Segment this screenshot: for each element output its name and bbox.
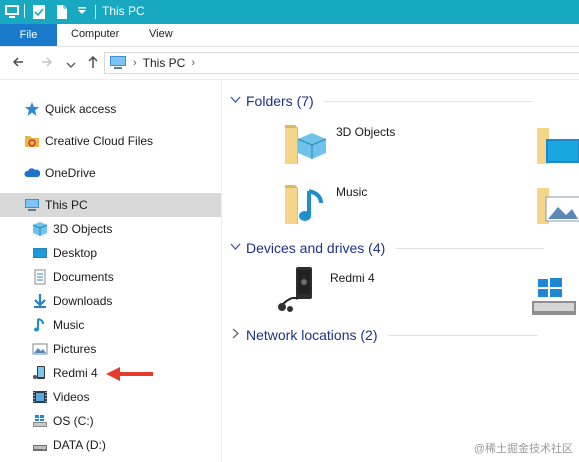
breadcrumb-this-pc[interactable]: This PC — [143, 56, 186, 70]
back-arrow-icon[interactable] — [11, 55, 25, 72]
content-pane: Folders (7) 3D Objects Music Devices and… — [222, 79, 579, 462]
sidebar-item-label: Documents — [53, 270, 114, 284]
folder-tile-desktop[interactable] — [534, 119, 579, 167]
sidebar-item-label: Music — [53, 318, 85, 332]
phone-device-large-icon — [276, 265, 324, 313]
sidebar-item-label: 3D Objects — [53, 222, 113, 236]
sidebar-item-label: Quick access — [45, 102, 117, 116]
folder-tile-pictures[interactable] — [534, 179, 579, 227]
customize-dropdown-icon[interactable] — [77, 6, 87, 16]
downloads-icon — [32, 293, 48, 309]
sidebar-item-label: DATA (D:) — [53, 438, 106, 452]
expand-chevron-icon[interactable] — [230, 328, 242, 342]
desktop-icon — [32, 245, 48, 261]
sidebar-item-label: Redmi 4 — [53, 366, 98, 380]
sidebar-item-label: Pictures — [53, 342, 97, 356]
sidebar-item-documents[interactable]: Documents — [0, 265, 221, 289]
tab-file[interactable]: File — [0, 24, 57, 46]
properties-icon[interactable] — [32, 4, 46, 20]
sidebar-item-downloads[interactable]: Downloads — [0, 289, 221, 313]
music-folder-icon — [282, 179, 330, 227]
drive-tile-os-c[interactable] — [530, 273, 578, 321]
window-title: This PC — [102, 4, 145, 18]
os-drive-icon — [32, 413, 48, 429]
sidebar-item-music[interactable]: Music — [0, 313, 221, 337]
group-title: Devices and drives (4) — [246, 240, 386, 256]
3d-objects-folder-icon — [282, 119, 330, 167]
sidebar-item-quick-access[interactable]: Quick access — [0, 97, 221, 121]
desktop-folder-icon — [534, 119, 579, 167]
collapse-chevron-icon[interactable] — [230, 95, 242, 107]
group-divider — [387, 334, 538, 336]
sidebar-item-label: Downloads — [53, 294, 113, 308]
onedrive-cloud-icon — [24, 165, 40, 181]
sidebar-item-pictures[interactable]: Pictures — [0, 337, 221, 361]
tile-label: 3D Objects — [336, 125, 396, 139]
sidebar-item-onedrive[interactable]: OneDrive — [0, 161, 221, 185]
annotation-arrow-icon — [106, 367, 153, 381]
sidebar-item-3d-objects[interactable]: 3D Objects — [0, 217, 221, 241]
title-bar: This PC — [0, 0, 579, 24]
group-divider — [395, 247, 545, 249]
ribbon-tabs: File Computer View — [0, 24, 579, 47]
sidebar-item-label: Desktop — [53, 246, 98, 260]
videos-icon — [32, 389, 48, 405]
sidebar-item-desktop[interactable]: Desktop — [0, 241, 221, 265]
sidebar-item-this-pc[interactable]: This PC — [0, 193, 221, 217]
watermark: @稀土掘金技术社区 — [473, 443, 573, 455]
music-icon — [32, 317, 48, 333]
tab-computer[interactable]: Computer — [71, 28, 119, 40]
separator-icon — [24, 4, 26, 18]
breadcrumb-chevron-icon[interactable]: › — [133, 57, 137, 69]
3d-objects-icon — [32, 221, 48, 237]
folder-tile-3d-objects[interactable]: 3D Objects — [282, 119, 395, 167]
new-folder-icon[interactable] — [55, 4, 69, 20]
folder-tile-music[interactable]: Music — [282, 179, 367, 227]
address-field[interactable]: › This PC › — [104, 52, 579, 74]
sidebar-item-creative-cloud[interactable]: Creative Cloud Files — [0, 129, 221, 153]
group-header-devices-and-drives[interactable]: Devices and drives (4) — [230, 238, 579, 258]
sidebar-item-label: OneDrive — [45, 166, 96, 180]
group-header-folders[interactable]: Folders (7) — [230, 91, 579, 111]
breadcrumb-chevron-icon[interactable]: › — [191, 57, 195, 69]
pictures-folder-icon — [534, 179, 579, 227]
sidebar-item-data-d[interactable]: DATA (D:) — [0, 433, 221, 457]
sidebar-item-label: Creative Cloud Files — [45, 134, 154, 148]
navigation-pane: Quick access Creative Cloud Files OneDri… — [0, 79, 221, 462]
recent-locations-chevron-icon[interactable] — [66, 58, 76, 73]
sidebar-item-label: OS (C:) — [53, 414, 94, 428]
tile-label: Redmi 4 — [330, 271, 375, 285]
pictures-icon — [32, 341, 48, 357]
device-tile-redmi-4[interactable]: Redmi 4 — [276, 265, 375, 313]
sidebar-item-label: Videos — [53, 390, 90, 404]
this-pc-icon — [24, 197, 40, 213]
up-arrow-icon[interactable] — [86, 55, 100, 72]
tab-view[interactable]: View — [149, 28, 173, 40]
group-header-network-locations[interactable]: Network locations (2) — [230, 325, 579, 345]
os-drive-large-icon — [530, 273, 578, 321]
forward-arrow-icon[interactable] — [40, 55, 54, 72]
sidebar-item-label: This PC — [45, 198, 88, 212]
documents-icon — [32, 269, 48, 285]
collapse-chevron-icon[interactable] — [230, 242, 242, 254]
group-title: Network locations (2) — [246, 327, 378, 343]
quick-access-star-icon — [24, 101, 40, 117]
phone-device-icon — [32, 365, 48, 381]
address-bar: › This PC › — [0, 47, 579, 80]
explorer-app-icon — [4, 4, 20, 18]
data-drive-icon — [32, 437, 48, 453]
title-separator — [95, 5, 96, 19]
sidebar-item-os-c[interactable]: OS (C:) — [0, 409, 221, 433]
creative-cloud-icon — [24, 133, 40, 149]
group-title: Folders (7) — [246, 93, 314, 109]
tile-label: Music — [336, 185, 368, 199]
group-divider — [323, 100, 533, 102]
this-pc-small-icon — [109, 55, 127, 72]
sidebar-item-videos[interactable]: Videos — [0, 385, 221, 409]
